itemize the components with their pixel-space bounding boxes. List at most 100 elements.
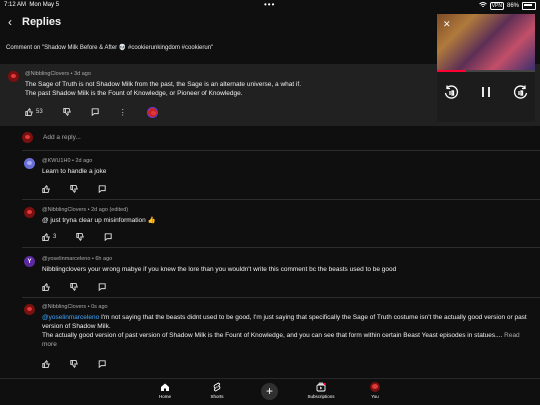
vpn-badge: VPN: [489, 2, 504, 10]
like-count: 3: [53, 234, 57, 240]
more-options-button[interactable]: ⋮: [119, 108, 127, 117]
forward-10-icon: [513, 85, 528, 99]
reply-icon: [98, 185, 106, 193]
plus-icon: +: [265, 384, 273, 398]
divider: [22, 247, 540, 248]
avatar[interactable]: Y: [24, 256, 35, 267]
back-arrow-icon[interactable]: ‹: [8, 15, 12, 29]
comment-text: Nibblingclovers your wrong mabye if you …: [42, 266, 397, 273]
reply-button[interactable]: [104, 233, 113, 241]
reply-icon: [105, 233, 113, 241]
comment-text: @ just tryna clear up misinformation 👍: [42, 217, 156, 224]
divider: [22, 150, 540, 151]
nav-you[interactable]: You: [350, 382, 400, 399]
avatar[interactable]: [24, 304, 35, 315]
nav-label: Subscriptions: [307, 394, 335, 399]
comment-text: Learn to handle a joke: [42, 168, 107, 175]
comment-time: 2d ago: [75, 158, 93, 164]
like-button[interactable]: 3: [42, 233, 56, 241]
battery-icon: [522, 2, 536, 10]
thumb-up-icon: [42, 283, 50, 291]
comment-meta: @yoselinmarceleno • 6h ago: [42, 256, 113, 262]
comment-meta: @NibblingClovers • 0s ago: [42, 304, 108, 310]
comment-time: 6h ago: [95, 256, 113, 262]
subscriptions-icon: [316, 382, 326, 392]
mention-link[interactable]: @yoselinmarceleno: [42, 314, 99, 321]
like-button[interactable]: 53: [25, 108, 43, 116]
multitask-dots[interactable]: •••: [264, 0, 275, 9]
nav-label: You: [371, 394, 379, 399]
avatar[interactable]: [8, 71, 19, 82]
reply-button[interactable]: [98, 283, 106, 291]
rewind-10-button[interactable]: [443, 84, 459, 100]
avatar: [22, 131, 33, 143]
nav-shorts[interactable]: Shorts: [192, 382, 242, 399]
close-icon[interactable]: ✕: [443, 19, 451, 30]
comment-time: 2d ago (edited): [91, 207, 129, 213]
divider: [22, 199, 540, 200]
reply-icon: [91, 108, 99, 116]
nav-home[interactable]: Home: [140, 382, 190, 399]
more-options-icon: ⋮: [118, 107, 127, 117]
you-avatar: [370, 382, 380, 392]
comment-on-text: Comment on "Shadow Milk Before & After 💀…: [6, 45, 214, 51]
comment-meta: @KWU1H0 • 2d ago: [42, 158, 93, 164]
comment-author[interactable]: @NibblingClovers: [25, 71, 69, 77]
like-button[interactable]: [42, 283, 50, 291]
add-reply-row[interactable]: Add a reply...: [22, 130, 81, 144]
comment-time: 0s ago: [91, 304, 108, 310]
comment-actions: 53 ⋮: [25, 106, 158, 118]
like-button[interactable]: [42, 185, 50, 193]
comment-time: 3d ago: [74, 71, 91, 77]
shorts-icon: [213, 382, 221, 392]
comment-meta: @NibblingClovers • 2d ago (edited): [42, 207, 129, 213]
comment-author[interactable]: @yoselinmarceleno: [42, 256, 90, 262]
forward-10-button[interactable]: [513, 84, 529, 100]
dislike-button[interactable]: [76, 233, 85, 241]
avatar[interactable]: [24, 207, 35, 218]
rewind-10-icon: [444, 85, 459, 99]
thumb-down-icon: [76, 233, 85, 241]
thumb-up-icon: [42, 360, 50, 368]
dislike-button[interactable]: [70, 360, 78, 368]
add-reply-input[interactable]: Add a reply...: [43, 134, 81, 141]
avatar[interactable]: [24, 158, 35, 169]
thumb-down-icon: [70, 185, 78, 193]
comment-author[interactable]: @NibblingClovers: [42, 207, 86, 213]
comment-text: The Sage of Truth is not Shadow Milk fro…: [25, 81, 302, 97]
progress-fill: [437, 70, 467, 72]
reply-button[interactable]: [91, 108, 99, 116]
like-button[interactable]: [42, 360, 50, 368]
pause-icon: [482, 87, 490, 97]
comment-actions: [42, 359, 126, 369]
mini-player-video[interactable]: [437, 14, 535, 70]
bottom-nav: Home Shorts + Subscriptions You: [0, 378, 540, 405]
thumb-down-icon: [70, 360, 78, 368]
status-right: VPN 86%: [478, 2, 536, 10]
mini-player-progress: [437, 70, 535, 72]
comment-actions: [42, 282, 126, 292]
nav-label: Shorts: [210, 394, 224, 399]
battery-percent: 86%: [506, 3, 519, 9]
comment-author[interactable]: @NibblingClovers: [42, 304, 86, 310]
comment-text: @yoselinmarceleno I'm not saying that th…: [42, 313, 532, 349]
pause-button[interactable]: [478, 84, 494, 100]
dislike-button[interactable]: [70, 185, 78, 193]
comment-actions: [42, 184, 126, 194]
dislike-button[interactable]: [70, 283, 78, 291]
dislike-button[interactable]: [63, 108, 71, 116]
comment-author[interactable]: @KWU1H0: [42, 158, 71, 164]
thumb-down-icon: [63, 108, 71, 116]
create-button[interactable]: +: [261, 383, 278, 400]
thumb-down-icon: [70, 283, 78, 291]
like-count: 53: [36, 109, 43, 115]
reply-icon: [98, 360, 106, 368]
nav-label: Home: [158, 394, 171, 399]
wifi-icon: [478, 2, 487, 10]
creator-heart-icon: [146, 106, 158, 118]
header: ‹ Replies: [0, 10, 430, 34]
nav-subscriptions[interactable]: Subscriptions: [296, 382, 346, 399]
reply-button[interactable]: [98, 185, 106, 193]
mini-player[interactable]: ✕: [437, 14, 535, 122]
reply-button[interactable]: [98, 360, 106, 368]
